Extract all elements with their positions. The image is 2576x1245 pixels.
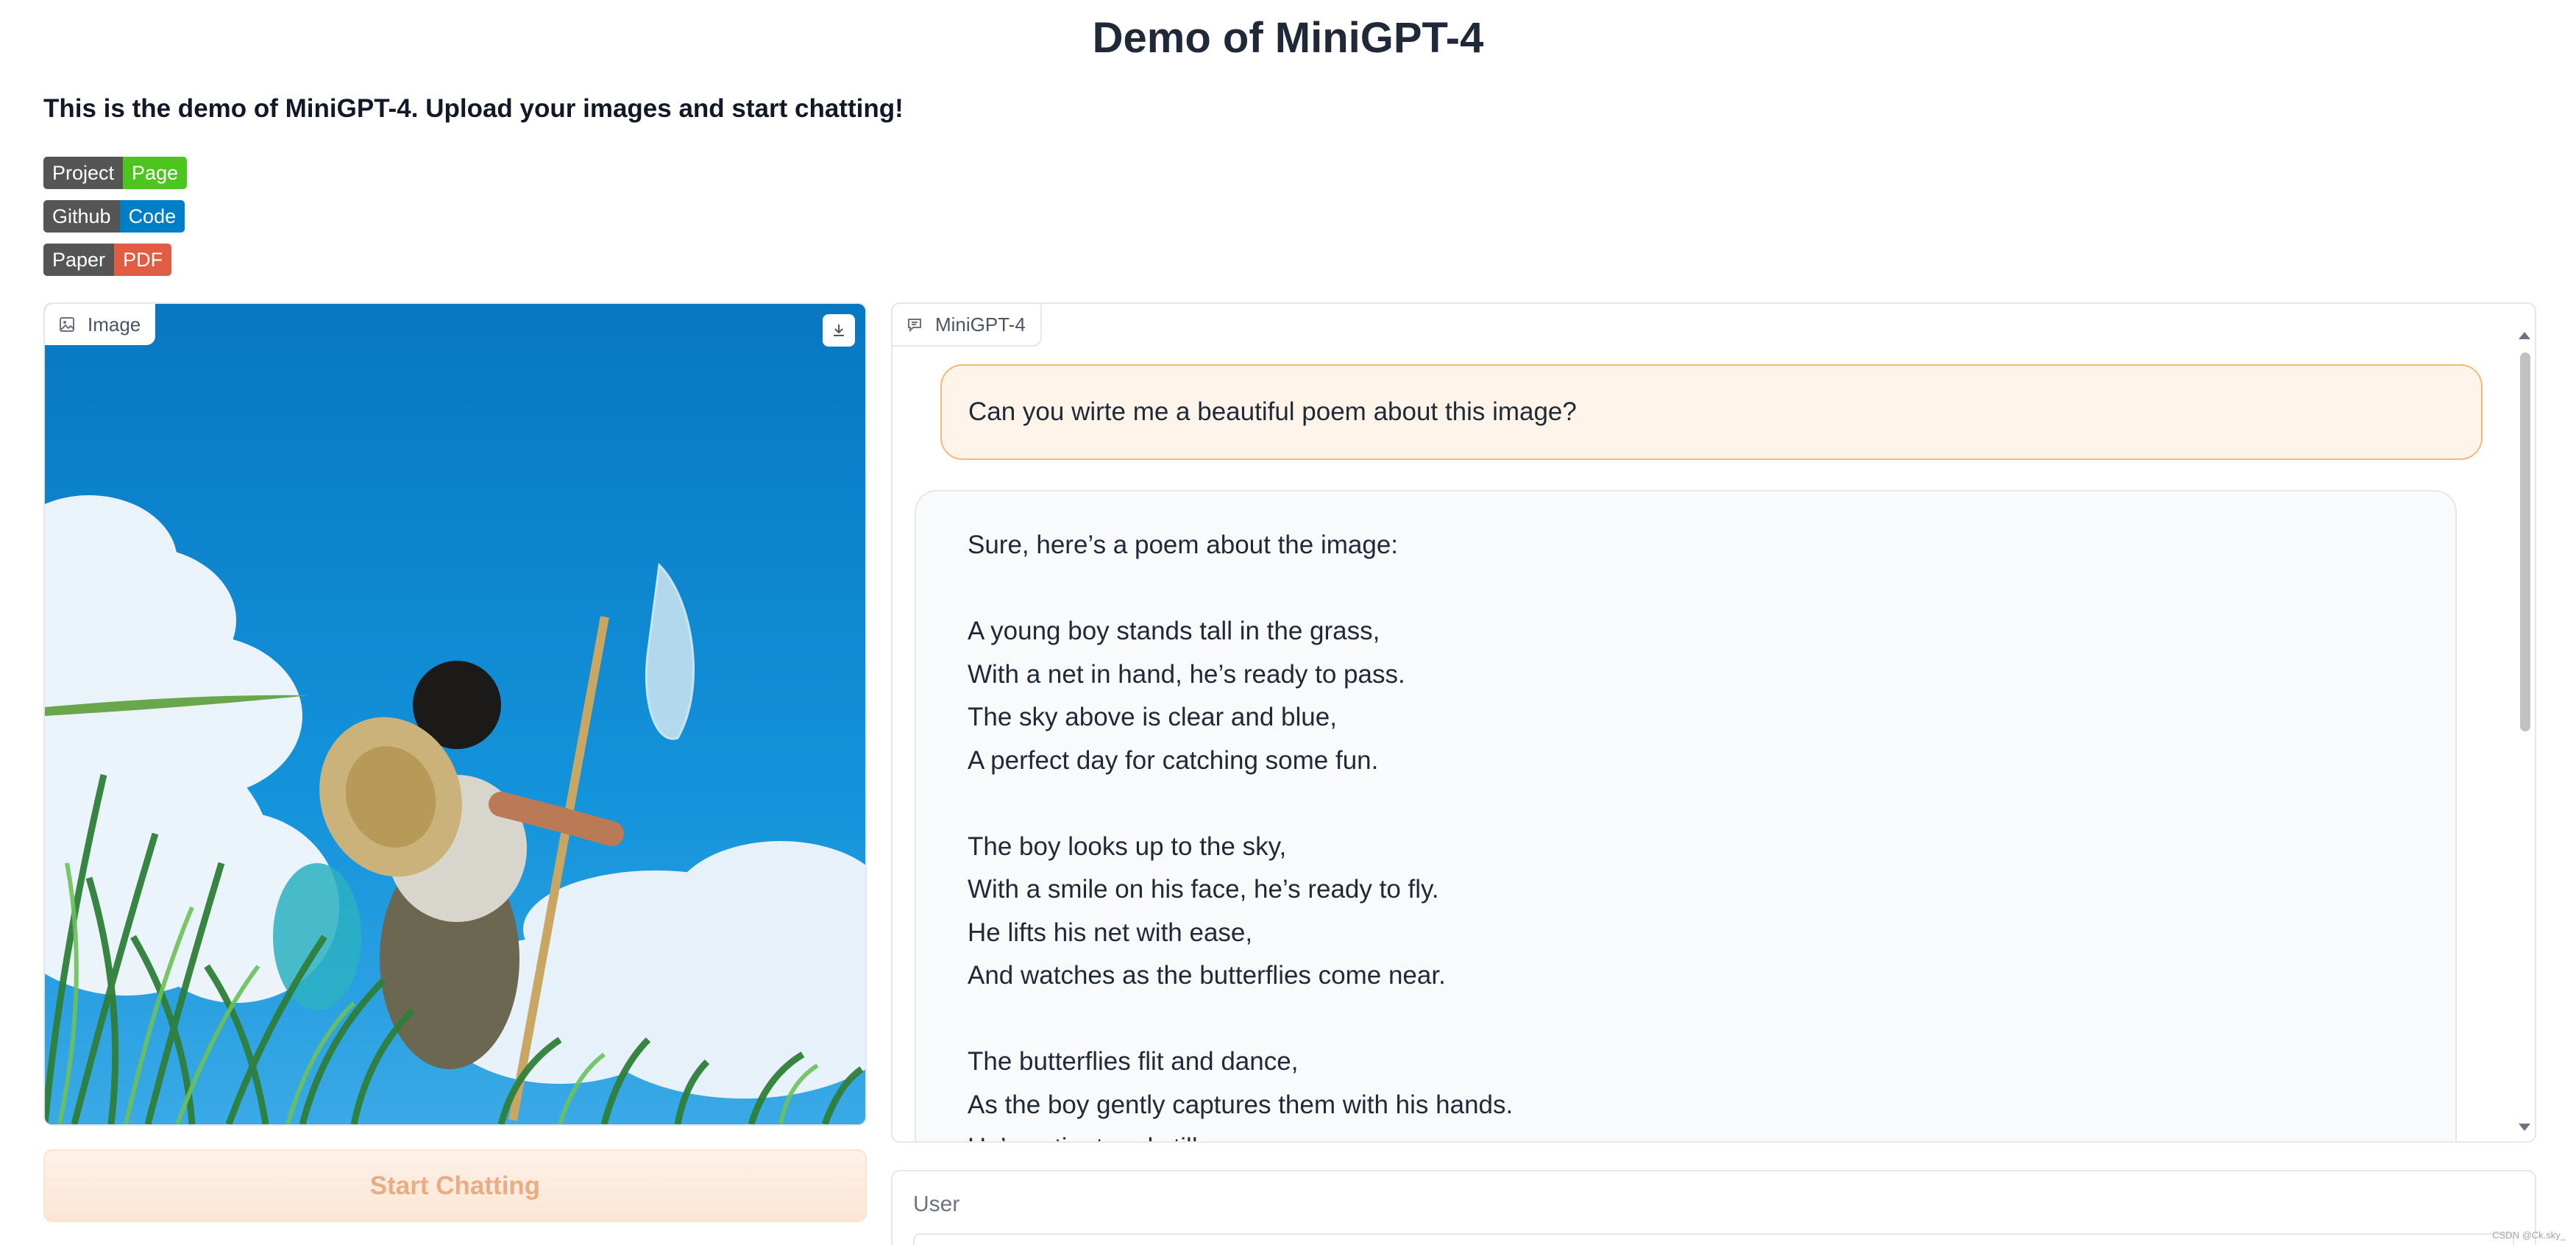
bot-message-bubble: Sure, here’s a poem about the image: A yo… (915, 490, 2457, 1141)
user-input-label: User (913, 1192, 960, 1216)
bot-message-line: With a smile on his face, he’s ready to … (968, 875, 1439, 904)
bot-message-line: As the boy gently captures them with his… (968, 1090, 1514, 1119)
download-icon (834, 324, 844, 336)
chatbot-panel: MiniGPT-4 Can you wirte me a beautiful p… (891, 302, 2536, 1143)
bot-message-line (968, 782, 2404, 826)
bot-message-line: He lifts his net with ease, (968, 918, 1253, 947)
bot-message-line (968, 998, 2404, 1041)
badge-right-label: PDF (114, 244, 172, 276)
bot-message-line: Sure, here’s a poem about the image: (968, 531, 1399, 559)
scroll-down-arrow[interactable] (2519, 1124, 2530, 1131)
page-description: This is the demo of MiniGPT-4. Upload yo… (43, 94, 904, 123)
image-label-text: Image (88, 313, 141, 336)
badge-right-label: Code (119, 200, 185, 233)
uploaded-photo (45, 304, 865, 1124)
download-button[interactable] (823, 314, 855, 347)
badge-left-label: Project (43, 157, 124, 189)
chat-icon (908, 319, 921, 333)
app-page: Demo of MiniGPT-4 This is the demo of Mi… (0, 0, 2576, 1245)
bot-message-line: And watches as the butterflies come near… (968, 961, 1446, 990)
bot-message-line: He’s patient and still, (968, 1127, 2404, 1141)
paper-pdf-badge[interactable]: Paper PDF (43, 244, 172, 276)
bot-message-line (968, 567, 2404, 611)
watermark: CSDN @Ck.sky_ (2492, 1230, 2566, 1241)
github-code-badge[interactable]: Github Code (43, 200, 185, 233)
user-message-input[interactable] (913, 1233, 2514, 1245)
bot-message-line: With a net in hand, he’s ready to pass. (968, 659, 1405, 689)
user-input-panel: User (891, 1170, 2536, 1245)
start-chatting-button[interactable]: Start Chatting (43, 1149, 867, 1222)
project-page-badge[interactable]: Project Page (43, 157, 188, 189)
bot-message-line: The sky above is clear and blue, (968, 703, 1337, 731)
bot-message-line: The boy looks up to the sky, (968, 831, 1287, 861)
badge-left-label: Github (43, 200, 120, 233)
bot-message-line: The butterflies flit and dance, (968, 1047, 1299, 1076)
page-title: Demo of MiniGPT-4 (1092, 14, 1484, 62)
image-upload-panel[interactable]: Image (43, 302, 867, 1126)
scroll-up-arrow[interactable] (2519, 332, 2530, 339)
image-panel-label: Image (45, 304, 156, 345)
chatbot-label-text: MiniGPT-4 (935, 313, 1026, 336)
badge-right-label: Page (123, 157, 188, 189)
bot-message-line: A young boy stands tall in the grass, (968, 617, 1380, 645)
badge-left-label: Paper (43, 244, 115, 276)
user-message-bubble: Can you wirte me a beautiful poem about … (940, 364, 2483, 460)
bot-message-line: A perfect day for catching some fun. (968, 745, 1379, 775)
image-icon (60, 317, 74, 332)
chat-scrollbar[interactable] (2520, 352, 2530, 731)
chatbot-label: MiniGPT-4 (893, 304, 1042, 347)
user-message-text: Can you wirte me a beautiful poem about … (968, 397, 1577, 426)
